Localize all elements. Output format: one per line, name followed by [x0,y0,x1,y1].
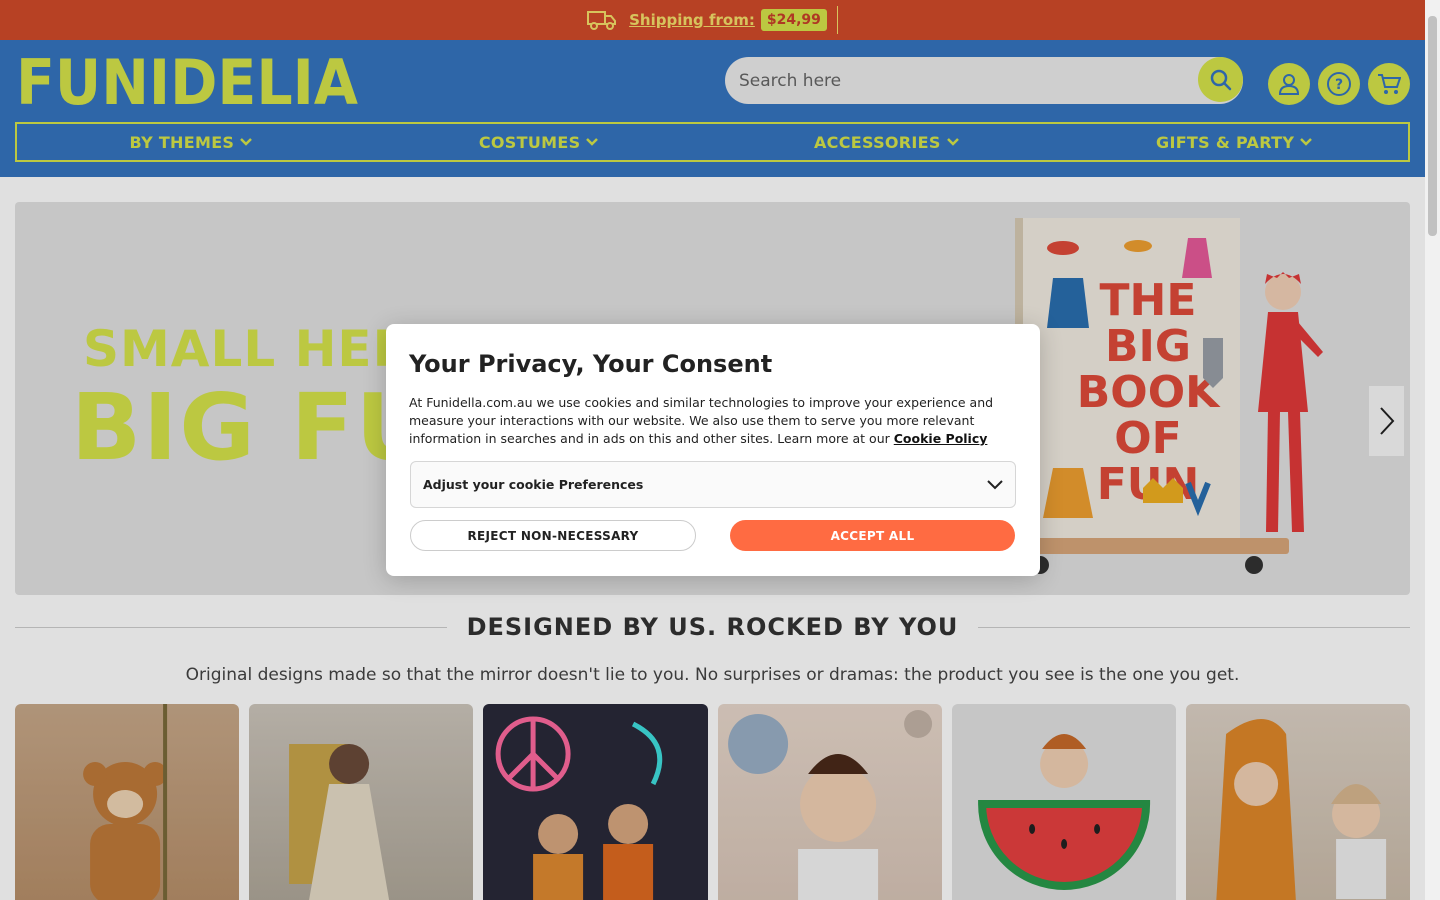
reject-button[interactable]: REJECT NON-NECESSARY [410,520,696,551]
cookie-preferences-dropdown[interactable]: Adjust your cookie Preferences [410,461,1016,508]
modal-title: Your Privacy, Your Consent [409,350,773,378]
modal-body: At Funidella.com.au we use cookies and s… [409,394,1009,448]
scrollbar[interactable] [1425,0,1440,900]
chevron-down-icon [987,479,1003,489]
accept-all-button[interactable]: ACCEPT ALL [730,520,1015,551]
scrollbar-thumb[interactable] [1428,16,1437,236]
cookie-policy-link[interactable]: Cookie Policy [894,431,988,446]
cookie-consent-modal: Your Privacy, Your Consent At Funidella.… [386,324,1040,576]
preferences-label: Adjust your cookie Preferences [423,477,644,492]
